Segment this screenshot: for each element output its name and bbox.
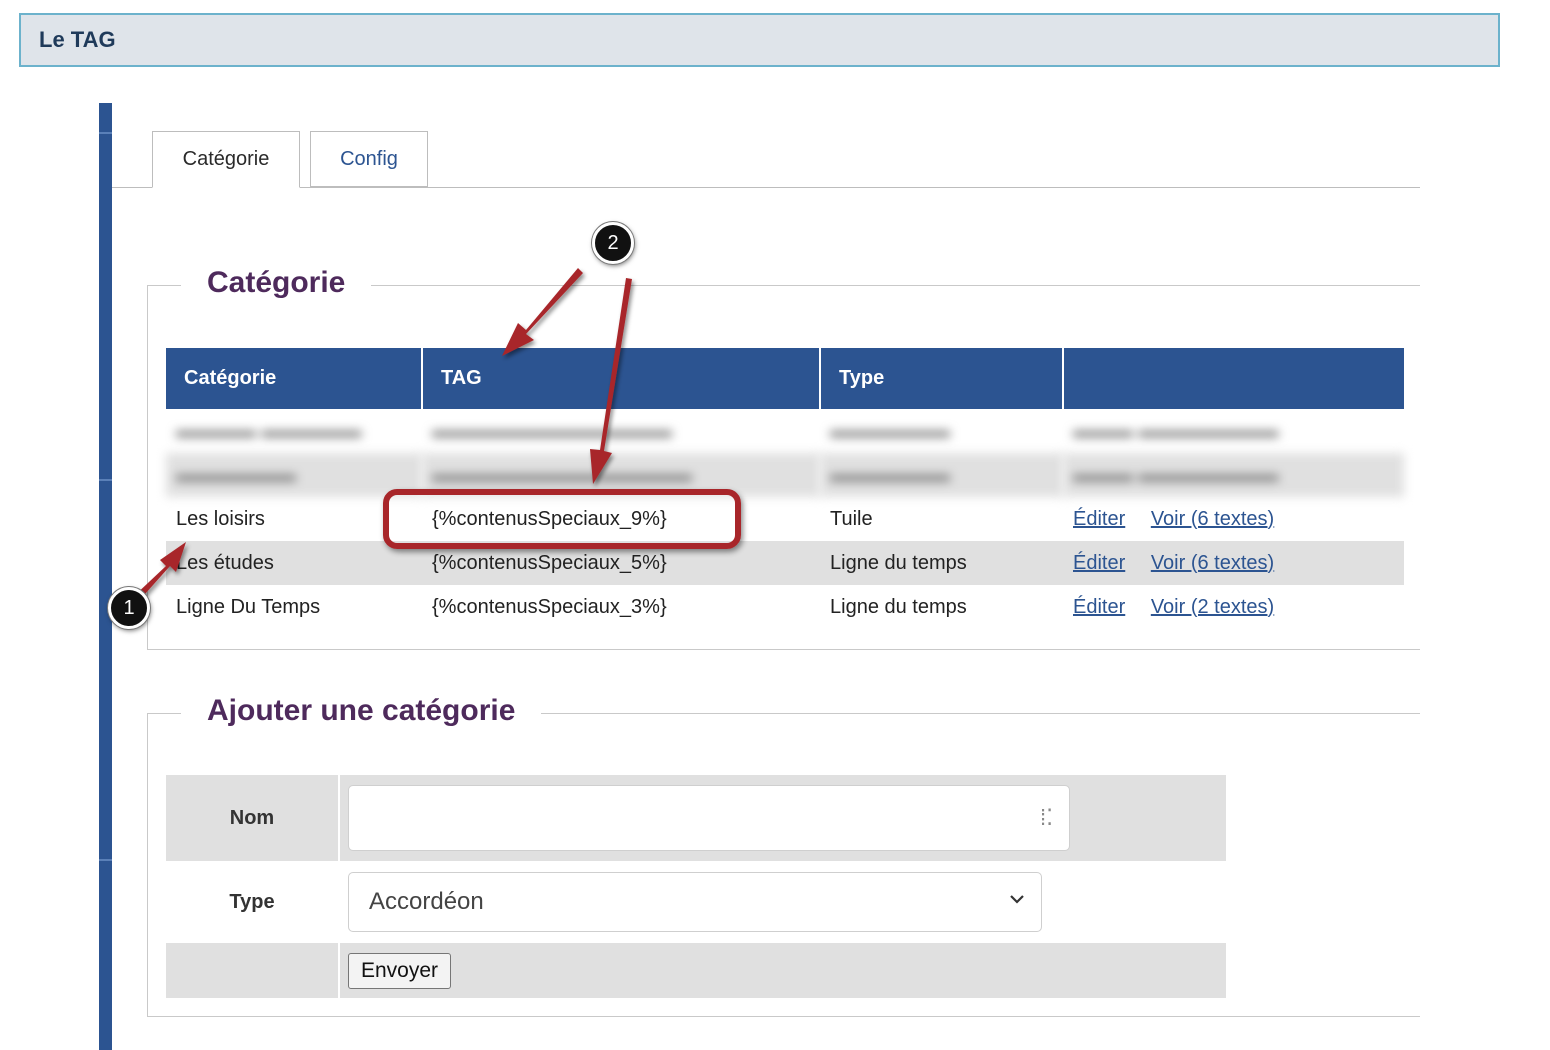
form-row-name: Nom ⁞⁚ <box>166 775 1226 861</box>
tag-highlight-box <box>383 489 741 549</box>
tab-baseline <box>112 187 1420 188</box>
blurred-cell: ▬▬▬▬ ▬▬▬▬▬ <box>176 419 362 442</box>
column-header-categorie: Catégorie <box>166 348 423 409</box>
submit-button[interactable]: Envoyer <box>348 953 452 989</box>
tab-config[interactable]: Config <box>310 131 428 187</box>
table-row-blurred: ▬▬▬▬ ▬▬▬▬▬ ▬▬▬▬▬▬▬▬▬▬▬▬ ▬▬▬▬▬▬ ▬▬▬ ▬▬▬▬▬… <box>166 409 1404 453</box>
form-row-submit <box>166 943 1226 998</box>
name-label: Nom <box>229 806 275 829</box>
row-name: Ligne Du Temps <box>176 595 321 618</box>
bar-mark <box>99 859 112 861</box>
blurred-cell: ▬▬▬ ▬▬▬▬▬▬▬ <box>1073 419 1279 442</box>
category-table: Catégorie TAG Type ▬▬▬▬ ▬▬▬▬▬ ▬▬▬▬▬▬▬▬▬▬… <box>166 348 1404 629</box>
column-header-actions <box>1063 348 1404 409</box>
type-select[interactable]: Accordéon <box>348 872 1042 932</box>
blurred-cell: ▬▬▬▬▬▬ <box>820 453 1063 497</box>
form-separator <box>338 943 340 998</box>
name-input[interactable] <box>348 785 1070 851</box>
form-separator <box>338 775 340 861</box>
row-actions: Éditer Voir (2 textes) <box>1063 585 1404 629</box>
header-bar: Le TAG <box>19 13 1500 67</box>
blurred-cell: ▬▬▬ ▬▬▬▬▬▬▬ <box>1063 453 1404 497</box>
bar-mark <box>99 132 112 134</box>
blurred-cell: ▬▬▬▬▬▬▬▬▬▬▬▬ <box>432 419 672 442</box>
view-texts-link[interactable]: Voir (2 textes) <box>1151 596 1274 618</box>
row-type: Tuile <box>830 507 873 530</box>
edit-link[interactable]: Éditer <box>1073 552 1125 574</box>
tab-label: Catégorie <box>182 148 270 170</box>
type-label: Type <box>229 890 275 913</box>
left-accent-bar <box>99 103 112 1050</box>
blurred-cell: ▬▬▬▬▬▬ <box>166 453 422 497</box>
column-header-type: Type <box>820 348 1064 409</box>
edit-link[interactable]: Éditer <box>1073 508 1125 530</box>
row-actions: Éditer Voir (6 textes) <box>1063 497 1404 541</box>
column-header-tag: TAG <box>422 348 821 409</box>
table-row: Les études {%contenusSpeciaux_5%} Ligne … <box>166 541 1404 585</box>
tab-categorie[interactable]: Catégorie <box>152 131 300 188</box>
annotation-badge-1: 1 <box>108 587 150 629</box>
chevron-down-icon <box>1009 889 1025 910</box>
bar-mark <box>99 479 112 481</box>
row-type: Ligne du temps <box>830 595 967 618</box>
annotation-badge-2: 2 <box>592 222 634 264</box>
row-name: Les études <box>166 541 422 585</box>
blurred-cell: ▬▬▬▬▬▬ <box>830 419 950 442</box>
table-row: Ligne Du Temps {%contenusSpeciaux_3%} Li… <box>166 585 1404 629</box>
tab-label: Config <box>340 147 398 170</box>
header-title: Le TAG <box>39 27 116 52</box>
row-actions: Éditer Voir (6 textes) <box>1063 541 1404 585</box>
type-selected-value: Accordéon <box>369 888 484 915</box>
table-row-blurred: ▬▬▬▬▬▬ ▬▬▬▬▬▬▬▬▬▬▬▬▬ ▬▬▬▬▬▬ ▬▬▬ ▬▬▬▬▬▬▬ <box>166 453 1404 497</box>
row-type: Ligne du temps <box>820 541 1063 585</box>
table-row: Les loisirs {%contenusSpeciaux_9%} Tuile… <box>166 497 1404 541</box>
add-category-legend: Ajouter une catégorie <box>181 694 542 728</box>
view-texts-link[interactable]: Voir (6 textes) <box>1151 508 1274 530</box>
edit-link[interactable]: Éditer <box>1073 596 1125 618</box>
row-tag: {%contenusSpeciaux_3%} <box>432 595 667 618</box>
table-header-row: Catégorie TAG Type <box>166 348 1404 409</box>
category-legend: Catégorie <box>181 266 372 300</box>
view-texts-link[interactable]: Voir (6 textes) <box>1151 552 1274 574</box>
password-manager-icon[interactable]: ⁞⁚ <box>1040 805 1053 831</box>
